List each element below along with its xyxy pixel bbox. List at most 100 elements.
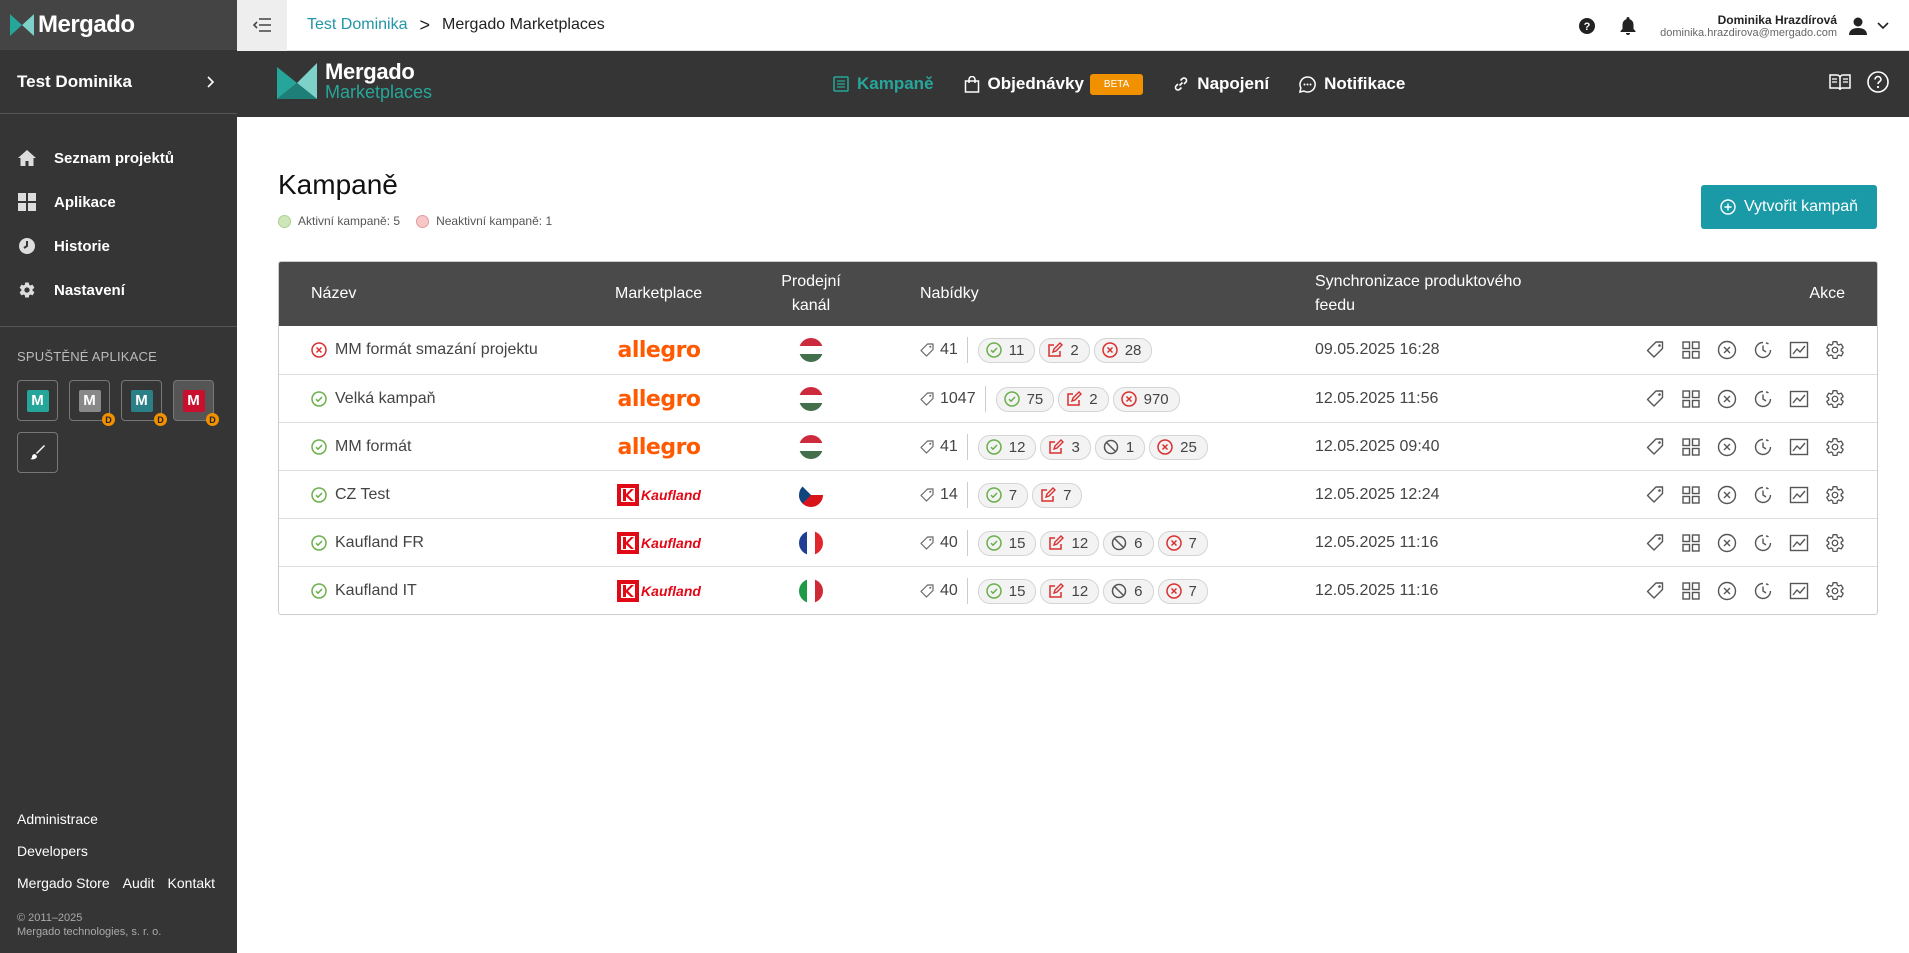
- link-administrace[interactable]: Administrace: [17, 811, 98, 827]
- cancel-icon[interactable]: [1716, 580, 1738, 602]
- offer-pill-ok[interactable]: 15: [977, 530, 1037, 556]
- sidebar-item-projects[interactable]: Seznam projektů: [0, 136, 237, 180]
- tab-orders[interactable]: Objednávky BETA: [964, 73, 1144, 95]
- cancel-icon[interactable]: [1716, 484, 1738, 506]
- tag-icon[interactable]: [1644, 580, 1666, 602]
- campaign-name[interactable]: Kaufland IT: [335, 567, 417, 614]
- link-audit[interactable]: Audit: [123, 875, 155, 891]
- offer-pill-error[interactable]: 28: [1093, 337, 1153, 363]
- offer-pill-edit[interactable]: 7: [1032, 482, 1083, 508]
- offer-pill-error[interactable]: 7: [1157, 578, 1208, 604]
- grid-icon[interactable]: [1680, 580, 1702, 602]
- create-campaign-button[interactable]: Vytvořit kampaň: [1701, 185, 1877, 229]
- grid-icon[interactable]: [1680, 388, 1702, 410]
- offer-pill-ok[interactable]: 75: [995, 386, 1055, 412]
- campaign-name[interactable]: CZ Test: [335, 471, 390, 519]
- sidebar-item-apps[interactable]: Aplikace: [0, 180, 237, 224]
- offer-pill-ok[interactable]: 12: [977, 434, 1037, 460]
- tab-connections[interactable]: Napojení: [1173, 74, 1269, 94]
- table-row[interactable]: Kaufland IT Kaufland 40 15 12 6 7 12.05.202…: [279, 566, 1877, 614]
- offer-pill-error[interactable]: 7: [1157, 530, 1208, 556]
- offer-pill-ok[interactable]: 7: [977, 482, 1029, 508]
- history-icon[interactable]: [1752, 484, 1774, 506]
- history-icon[interactable]: [1752, 339, 1774, 361]
- grid-icon[interactable]: [1680, 484, 1702, 506]
- col-name[interactable]: Název: [311, 262, 356, 326]
- running-app-3[interactable]: M D: [121, 380, 167, 426]
- col-marketplace[interactable]: Marketplace: [615, 262, 702, 326]
- chart-icon[interactable]: [1788, 580, 1810, 602]
- cancel-icon[interactable]: [1716, 388, 1738, 410]
- offer-pill-edit[interactable]: 12: [1040, 578, 1100, 604]
- table-row[interactable]: Kaufland FR Kaufland 40 15 12 6 7 12.05.202…: [279, 518, 1877, 566]
- campaign-name[interactable]: Velká kampaň: [335, 375, 436, 423]
- grid-icon[interactable]: [1680, 339, 1702, 361]
- sidebar-item-settings[interactable]: Nastavení: [0, 268, 237, 312]
- campaign-name[interactable]: Kaufland FR: [335, 519, 424, 567]
- cancel-icon[interactable]: [1716, 532, 1738, 554]
- offer-pill-error[interactable]: 25: [1149, 434, 1208, 460]
- tag-icon[interactable]: [1644, 339, 1666, 361]
- running-app-2[interactable]: M D: [69, 380, 115, 426]
- campaign-name[interactable]: MM formát smazání projektu: [335, 326, 538, 374]
- chart-icon[interactable]: [1788, 532, 1810, 554]
- gear-icon[interactable]: [1824, 388, 1846, 410]
- running-app-1[interactable]: M: [17, 380, 58, 421]
- chevron-down-icon[interactable]: [1877, 21, 1889, 30]
- sidebar-item-history[interactable]: Historie: [0, 224, 237, 268]
- offer-pill-edit[interactable]: 3: [1040, 434, 1091, 460]
- gear-icon[interactable]: [1824, 532, 1846, 554]
- link-store[interactable]: Mergado Store: [17, 875, 110, 891]
- link-kontakt[interactable]: Kontakt: [168, 875, 215, 891]
- offer-pill-edit[interactable]: 2: [1039, 337, 1090, 363]
- offer-pill-blocked[interactable]: 6: [1103, 530, 1154, 556]
- table-row[interactable]: CZ Test Kaufland 14 7 7 12.05.2025 12:24: [279, 470, 1877, 518]
- offer-pill-blocked[interactable]: 1: [1094, 434, 1146, 460]
- gear-icon[interactable]: [1824, 339, 1846, 361]
- tag-icon[interactable]: [1644, 388, 1666, 410]
- offer-pill-ok[interactable]: 15: [977, 578, 1037, 604]
- running-app-4[interactable]: M D: [173, 380, 219, 426]
- tab-campaigns[interactable]: Kampaně: [833, 74, 934, 94]
- grid-icon[interactable]: [1680, 436, 1702, 458]
- offer-pill-blocked[interactable]: 6: [1103, 578, 1154, 604]
- gear-icon[interactable]: [1824, 484, 1846, 506]
- help-icon[interactable]: ?: [1578, 17, 1596, 35]
- chart-icon[interactable]: [1788, 484, 1810, 506]
- history-icon[interactable]: [1752, 388, 1774, 410]
- gear-icon[interactable]: [1824, 580, 1846, 602]
- project-switcher[interactable]: Test Dominika: [0, 50, 237, 114]
- offer-pill-edit[interactable]: 12: [1040, 530, 1100, 556]
- table-row[interactable]: MM formát smazání projektu allegro 41 11…: [279, 326, 1877, 374]
- mergado-logo[interactable]: Mergado: [0, 0, 237, 50]
- running-app-brush[interactable]: [17, 432, 58, 473]
- bell-icon[interactable]: [1620, 16, 1636, 35]
- chart-icon[interactable]: [1788, 436, 1810, 458]
- chart-icon[interactable]: [1788, 388, 1810, 410]
- offer-pill-edit[interactable]: 2: [1058, 386, 1109, 412]
- docs-icon[interactable]: [1829, 71, 1851, 93]
- col-sync[interactable]: Synchronizace produktového feedu: [1315, 262, 1521, 326]
- cancel-icon[interactable]: [1716, 339, 1738, 361]
- cancel-icon[interactable]: [1716, 436, 1738, 458]
- tab-notifications[interactable]: Notifikace: [1299, 74, 1405, 94]
- gear-icon[interactable]: [1824, 436, 1846, 458]
- offer-pill-error[interactable]: 970: [1112, 386, 1180, 412]
- table-row[interactable]: Velká kampaň allegro 1047 75 2 970 12.05.2…: [279, 374, 1877, 422]
- help-circle-icon[interactable]: [1867, 71, 1889, 93]
- chart-icon[interactable]: [1788, 339, 1810, 361]
- history-icon[interactable]: [1752, 436, 1774, 458]
- marketplaces-logo[interactable]: Mergado Marketplaces: [277, 61, 432, 101]
- col-offers[interactable]: Nabídky: [920, 262, 979, 326]
- user-icon[interactable]: [1849, 17, 1867, 35]
- breadcrumb-project-link[interactable]: Test Dominika: [307, 16, 407, 34]
- user-info[interactable]: Dominika Hrazdírová dominika.hrazdirova@…: [1660, 13, 1837, 39]
- tag-icon[interactable]: [1644, 436, 1666, 458]
- table-row[interactable]: MM formát allegro 41 12 3 1 25 12.05.2025 0…: [279, 422, 1877, 470]
- history-icon[interactable]: [1752, 532, 1774, 554]
- tag-icon[interactable]: [1644, 532, 1666, 554]
- tag-icon[interactable]: [1644, 484, 1666, 506]
- grid-icon[interactable]: [1680, 532, 1702, 554]
- campaign-name[interactable]: MM formát: [335, 423, 411, 471]
- collapse-sidebar-button[interactable]: [237, 0, 287, 51]
